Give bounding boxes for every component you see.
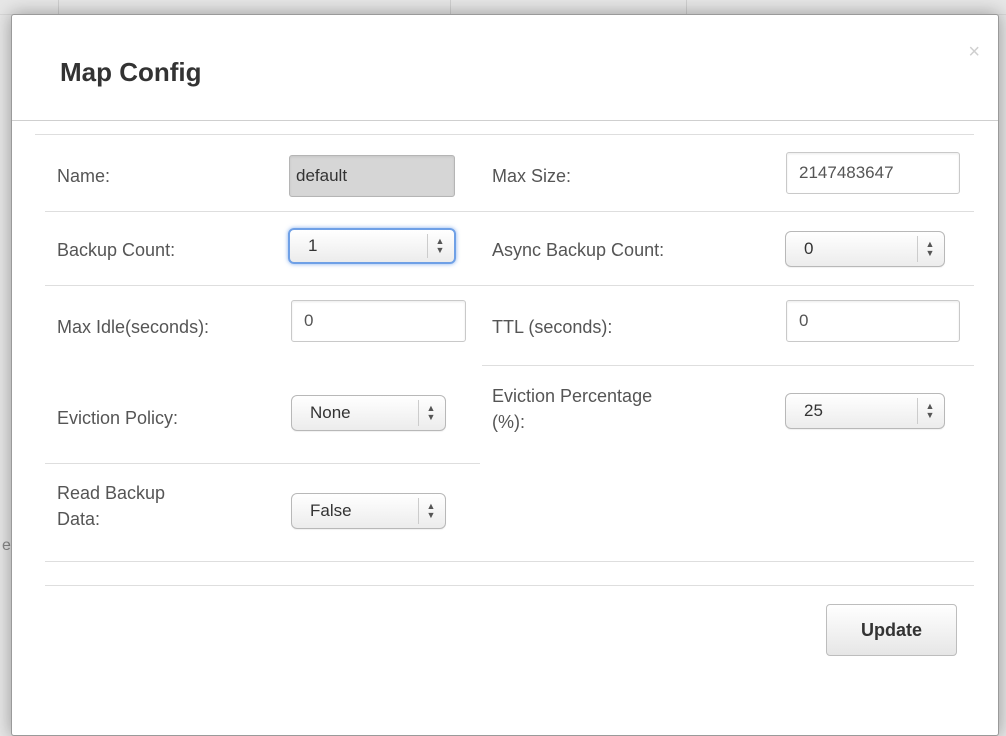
- backup-count-label: Backup Count:: [57, 240, 176, 260]
- eviction-policy-label: Eviction Policy:: [57, 408, 179, 428]
- eviction-policy-value: None: [310, 403, 351, 422]
- max-idle-label: Max Idle(seconds):: [57, 317, 210, 337]
- read-backup-data-value: False: [310, 501, 352, 520]
- row-divider: [45, 285, 974, 286]
- max-size-label: Max Size:: [492, 166, 572, 186]
- read-backup-data-select[interactable]: False ▲ ▼: [291, 493, 446, 529]
- row-divider: [482, 365, 974, 366]
- async-backup-count-label: Async Backup Count:: [492, 240, 665, 260]
- background-text-fragment: e: [2, 537, 11, 554]
- max-idle-field[interactable]: [291, 300, 466, 342]
- eviction-percentage-label: Eviction Percentage (%):: [492, 386, 653, 432]
- updown-arrows-icon: ▲ ▼: [426, 403, 436, 422]
- ttl-field[interactable]: [786, 300, 960, 342]
- async-backup-count-select[interactable]: 0 ▲ ▼: [785, 231, 945, 267]
- updown-arrows-icon: ▲ ▼: [925, 239, 935, 258]
- background-column-line: [686, 0, 687, 14]
- update-button[interactable]: Update: [826, 604, 957, 656]
- name-label: Name:: [57, 166, 111, 186]
- modal-header: Map Config ×: [12, 15, 998, 121]
- footer-divider: [45, 585, 974, 586]
- form-top-divider: [35, 134, 974, 135]
- read-backup-data-label: Read Backup Data:: [57, 483, 166, 529]
- updown-arrows-icon: ▲ ▼: [435, 236, 445, 255]
- close-icon[interactable]: ×: [968, 41, 980, 64]
- modal-title: Map Config: [60, 57, 202, 87]
- max-size-field[interactable]: [786, 152, 960, 194]
- updown-arrows-icon: ▲ ▼: [925, 401, 935, 420]
- name-field: [289, 155, 455, 197]
- async-backup-count-value: 0: [804, 239, 814, 258]
- backup-count-select[interactable]: 1 ▲ ▼: [288, 228, 456, 264]
- background-column-line: [58, 0, 59, 14]
- background-column-line: [450, 0, 451, 14]
- eviction-percentage-select[interactable]: 25 ▲ ▼: [785, 393, 945, 429]
- backup-count-value: 1: [308, 236, 318, 255]
- form-bottom-divider: [45, 561, 974, 562]
- row-divider: [45, 463, 480, 464]
- eviction-policy-select[interactable]: None ▲ ▼: [291, 395, 446, 431]
- row-divider: [45, 211, 974, 212]
- ttl-label: TTL (seconds):: [492, 317, 613, 337]
- map-config-modal: Map Config × Name: Max Size: Backup Coun…: [11, 14, 999, 736]
- eviction-percentage-value: 25: [804, 401, 823, 420]
- updown-arrows-icon: ▲ ▼: [426, 501, 436, 520]
